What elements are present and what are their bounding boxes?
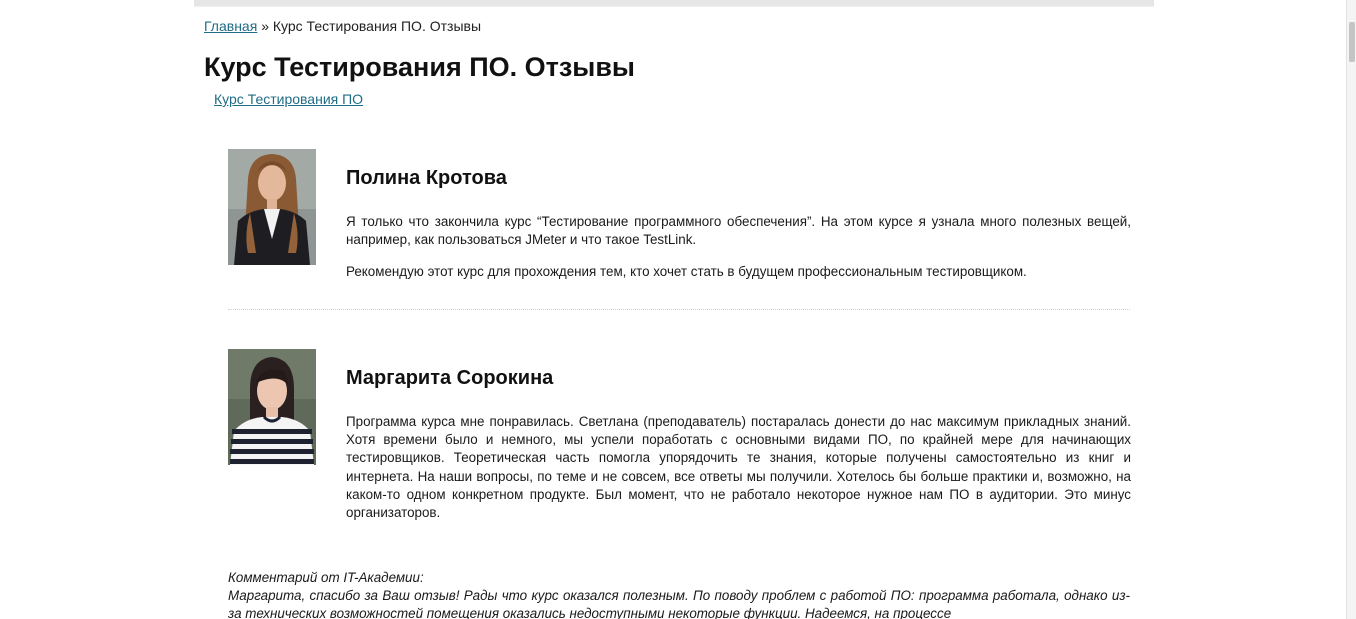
review-paragraph: Рекомендую этот курс для прохождения тем…: [346, 264, 1027, 279]
reviewer-photo: [228, 349, 316, 465]
breadcrumb-separator: »: [261, 18, 269, 34]
review-paragraph: Я только что закончила курс “Тестировани…: [346, 214, 1131, 248]
vertical-scrollbar[interactable]: [1346, 0, 1356, 619]
scrollbar-thumb[interactable]: [1349, 22, 1355, 62]
top-header-strip: [194, 0, 1154, 7]
breadcrumb-home-link[interactable]: Главная: [204, 18, 257, 34]
page: Главная » Курс Тестирования ПО. Отзывы К…: [0, 0, 1356, 619]
breadcrumb-current: Курс Тестирования ПО. Отзывы: [272, 18, 482, 34]
reviewer-name: Полина Кротова: [346, 167, 507, 189]
portrait-woman-striped-top: [228, 349, 316, 465]
breadcrumb: Главная » Курс Тестирования ПО. Отзывы: [204, 17, 481, 35]
review-divider: [228, 309, 1130, 310]
reviewer-photo: [228, 149, 316, 265]
course-link[interactable]: Курс Тестирования ПО: [214, 90, 363, 108]
academy-comment-text: Маргарита, спасибо за Ваш отзыв! Рады чт…: [228, 588, 1130, 619]
review-item: Маргарита Сорокина Программа курса мне п…: [228, 349, 1131, 529]
academy-comment-title: Комментарий от IT-Академии:: [228, 570, 424, 585]
review-item: Полина Кротова Я только что закончила ку…: [228, 149, 1131, 289]
review-paragraph: Программа курса мне понравилась. Светлан…: [346, 414, 1131, 521]
reviewer-name: Маргарита Сорокина: [346, 367, 554, 389]
page-title: Курс Тестирования ПО. Отзывы: [204, 52, 635, 82]
portrait-woman-long-hair: [228, 149, 316, 265]
